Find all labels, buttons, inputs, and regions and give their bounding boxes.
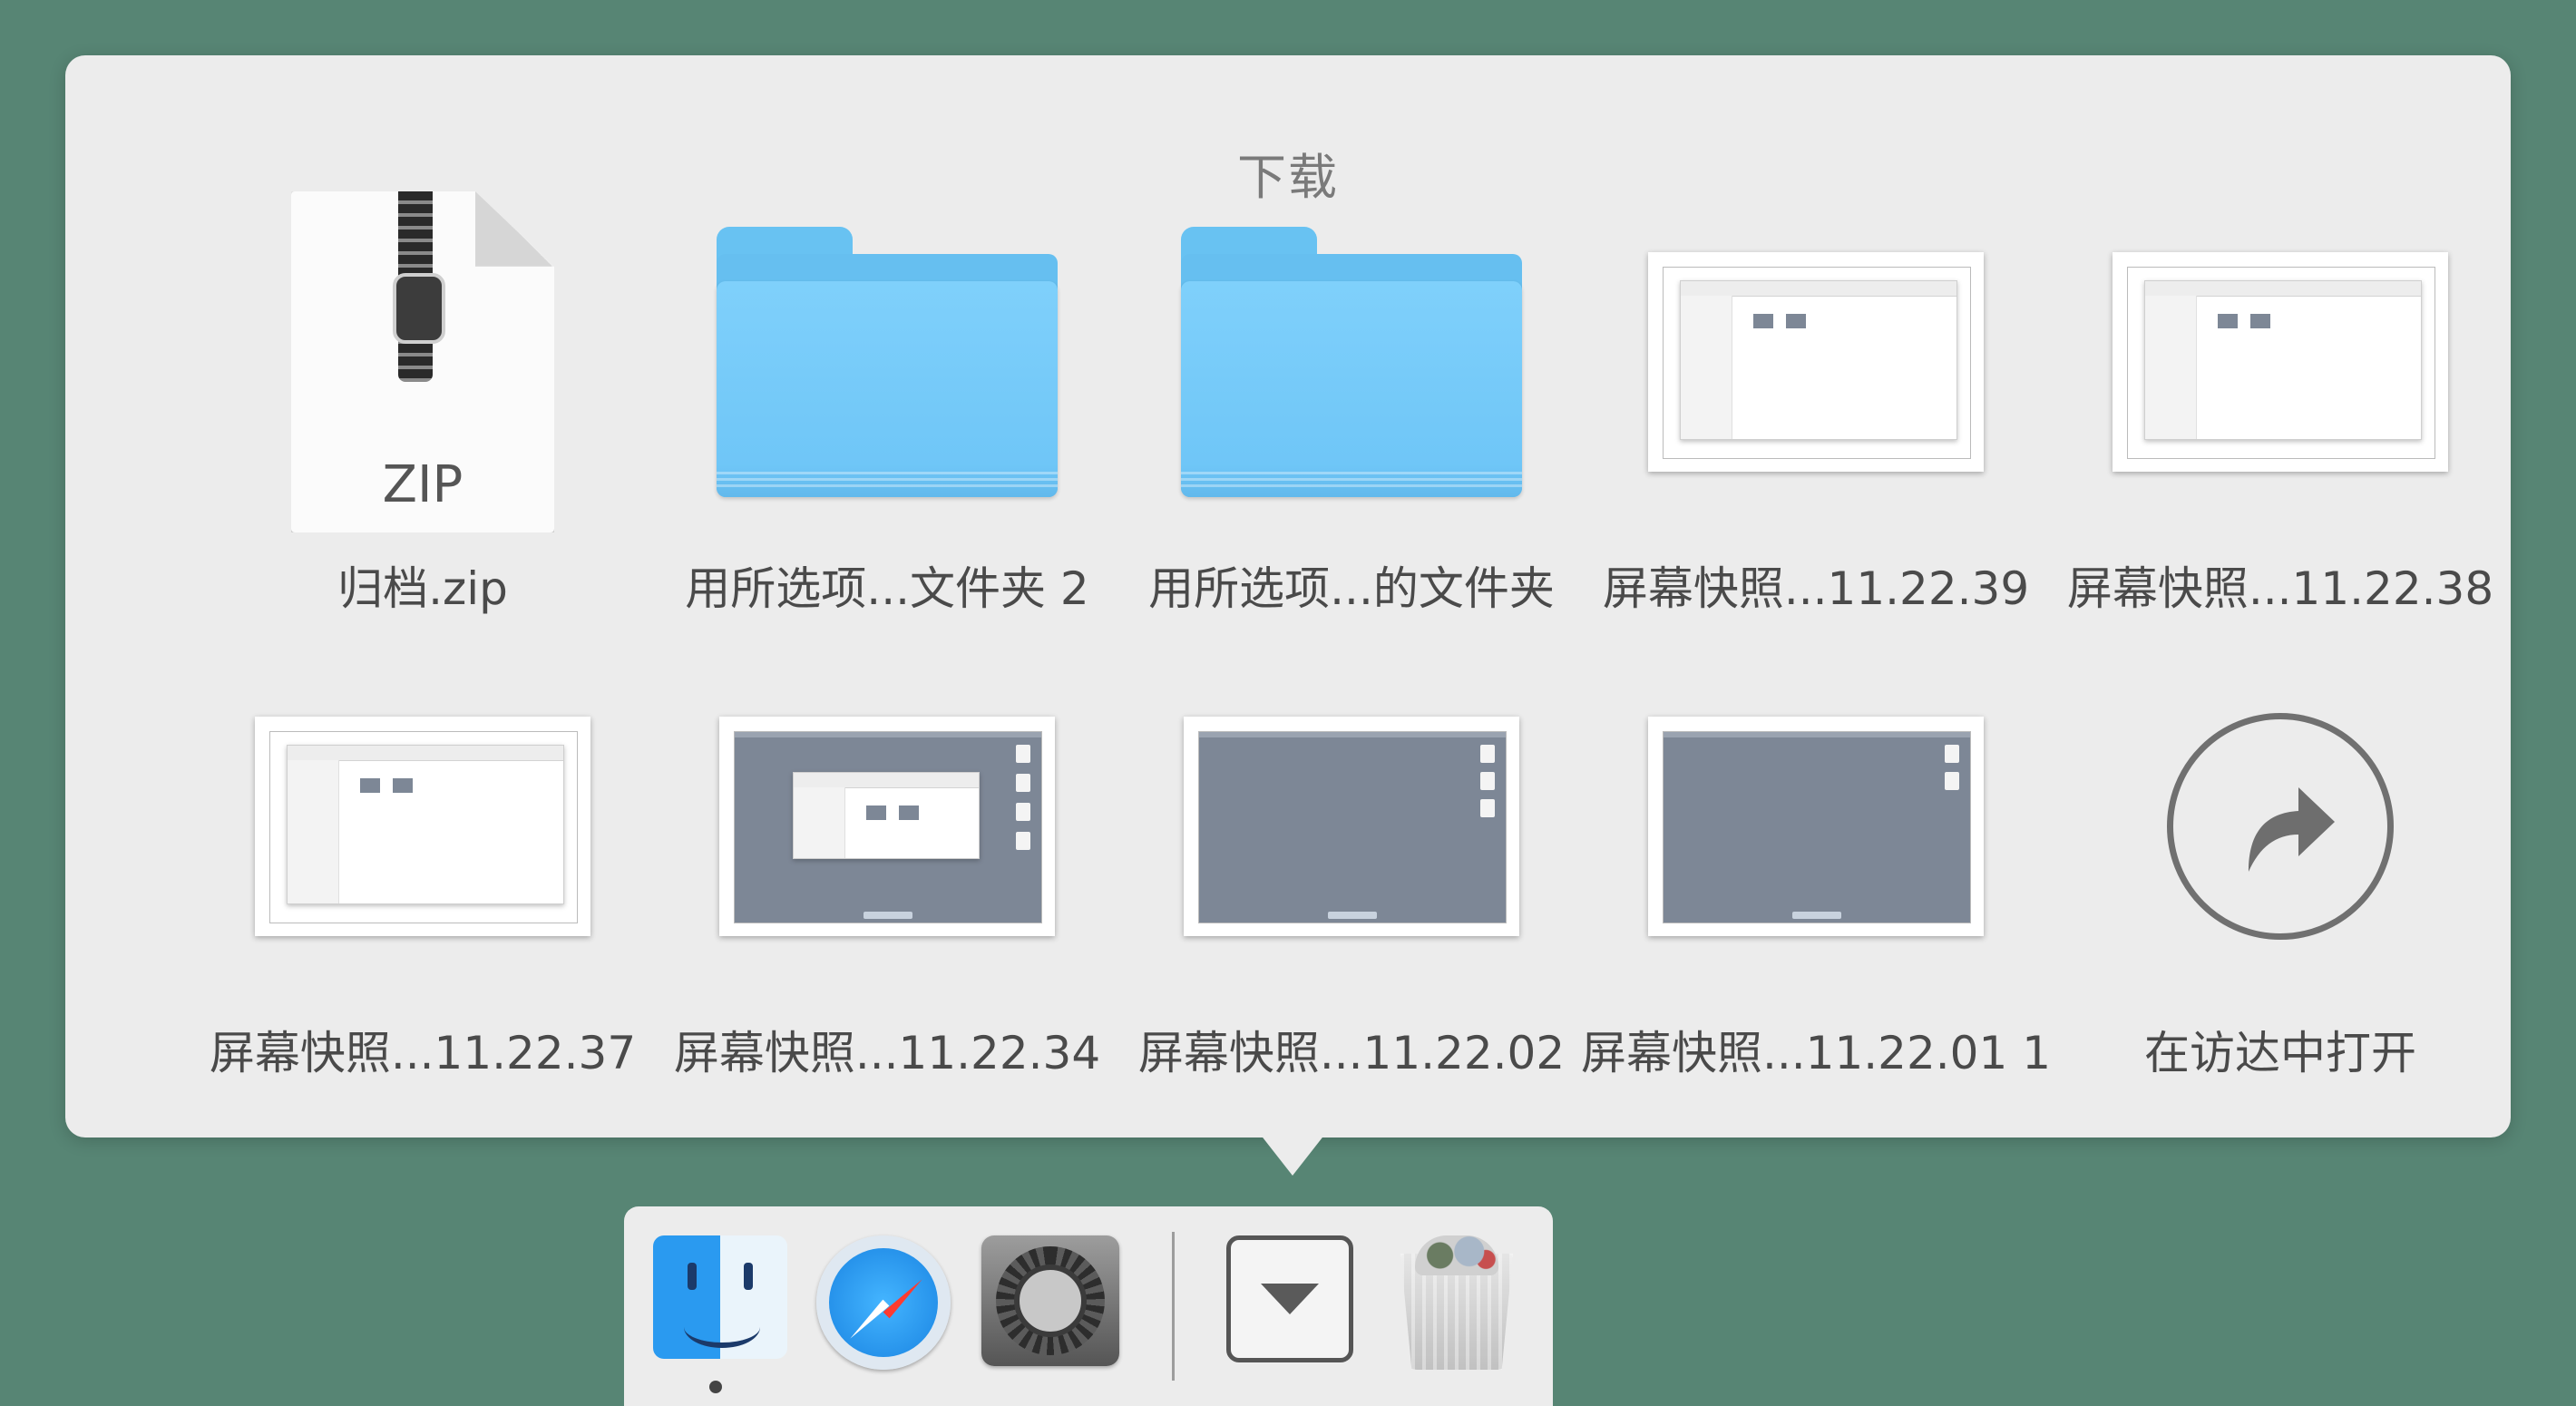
desktop: 下载 ZIP 归档.zip 用所选项...文件夹 2 用所选项...的文件夹 屏… — [0, 0, 2576, 1406]
stack-item-label: 用所选项...文件夹 2 — [685, 562, 1089, 615]
popover-pointer — [1260, 1134, 1325, 1176]
dock-separator — [1172, 1232, 1175, 1381]
stack-item-label: 屏幕快照...11.22.01 1 — [1580, 1027, 2052, 1079]
screenshot-thumbnail-icon — [255, 717, 590, 936]
stack-item-label: 用所选项...的文件夹 — [1148, 562, 1555, 615]
dock-item-finder[interactable] — [653, 1235, 787, 1393]
dock-item-system-preferences[interactable] — [981, 1235, 1119, 1370]
zip-badge: ZIP — [382, 455, 463, 514]
stack-item-archive-zip[interactable]: ZIP 归档.zip — [196, 181, 649, 634]
screenshot-thumbnail-icon — [2113, 252, 2448, 472]
dock-item-downloads[interactable] — [1226, 1235, 1361, 1370]
stack-item-screenshot-112238[interactable]: 屏幕快照...11.22.38 — [2054, 181, 2507, 634]
stack-item-label: 屏幕快照...11.22.02 — [1137, 1027, 1566, 1079]
dock-item-trash[interactable] — [1400, 1235, 1535, 1370]
open-in-finder-button[interactable]: 在访达中打开 — [2054, 645, 2507, 1098]
stack-item-screenshot-112237[interactable]: 屏幕快照...11.22.37 — [196, 645, 649, 1098]
system-preferences-icon — [981, 1235, 1119, 1366]
finder-icon — [653, 1235, 787, 1359]
stack-item-screenshot-112239[interactable]: 屏幕快照...11.22.39 — [1589, 181, 2043, 634]
stack-item-folder[interactable]: 用所选项...的文件夹 — [1125, 181, 1578, 634]
stack-item-screenshot-112201-1[interactable]: 屏幕快照...11.22.01 1 — [1581, 645, 2051, 1098]
screenshot-thumbnail-icon — [1648, 252, 1984, 472]
safari-icon — [816, 1235, 951, 1370]
dock — [624, 1206, 1553, 1406]
stack-item-screenshot-112234[interactable]: 屏幕快照...11.22.34 — [660, 645, 1114, 1098]
screenshot-thumbnail-icon — [1184, 717, 1519, 936]
stack-item-label: 屏幕快照...11.22.37 — [209, 1027, 637, 1079]
trash-icon — [1400, 1235, 1513, 1370]
downloads-stack-icon — [1226, 1235, 1353, 1362]
stack-item-screenshot-112202[interactable]: 屏幕快照...11.22.02 — [1125, 645, 1578, 1098]
dock-item-safari[interactable] — [816, 1235, 951, 1370]
stack-item-label: 归档.zip — [337, 562, 508, 615]
stack-item-label: 屏幕快照...11.22.34 — [673, 1027, 1101, 1079]
running-indicator — [709, 1381, 722, 1393]
folder-icon — [1181, 227, 1522, 497]
screenshot-thumbnail-icon — [1648, 717, 1984, 936]
screenshot-thumbnail-icon — [719, 717, 1055, 936]
downloads-stack-popover: 下载 ZIP 归档.zip 用所选项...文件夹 2 用所选项...的文件夹 屏… — [65, 55, 2511, 1137]
stack-item-label: 屏幕快照...11.22.39 — [1602, 562, 2030, 615]
stack-item-label: 屏幕快照...11.22.38 — [2066, 562, 2494, 615]
stack-item-label: 在访达中打开 — [2144, 1027, 2416, 1079]
stack-item-folder-2[interactable]: 用所选项...文件夹 2 — [660, 181, 1114, 634]
zip-file-icon: ZIP — [291, 191, 554, 532]
folder-icon — [717, 227, 1058, 497]
open-arrow-icon — [2167, 713, 2394, 940]
